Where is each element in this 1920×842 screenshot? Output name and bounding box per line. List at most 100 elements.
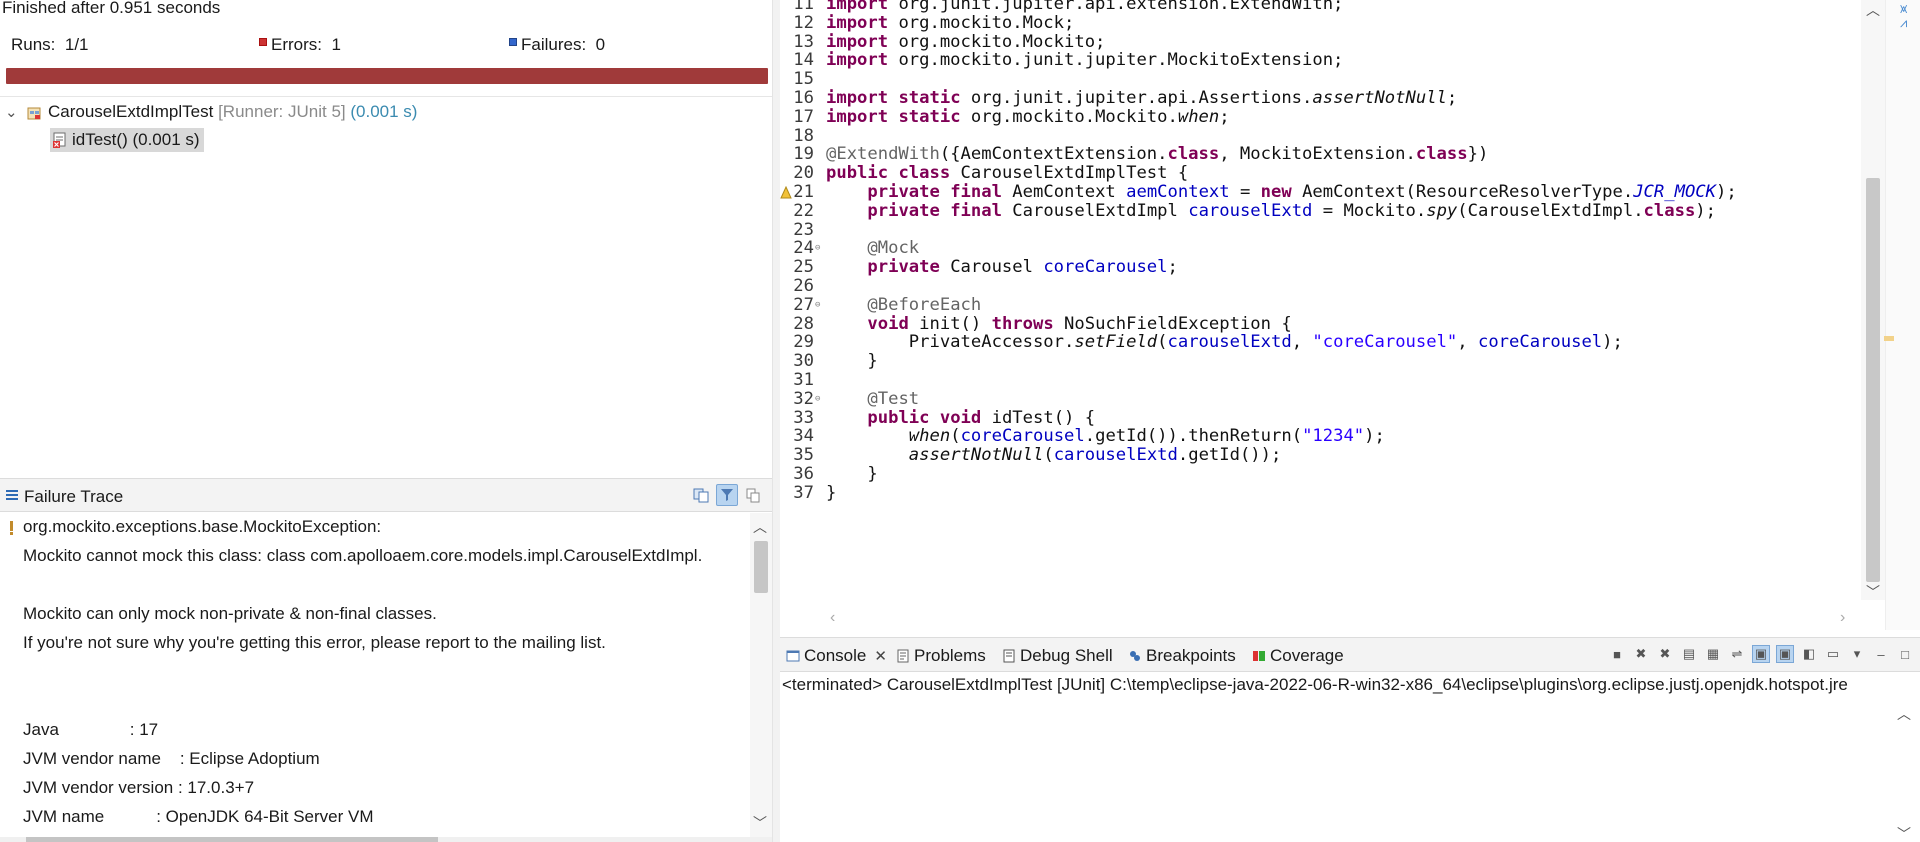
errors-value: 1 [331, 35, 341, 54]
console-icon [786, 650, 800, 662]
scroll-right-icon[interactable]: › [1840, 609, 1845, 627]
runs-counter: Runs: 1/1 [11, 35, 89, 55]
word-wrap-icon[interactable]: ⇌ [1728, 645, 1746, 663]
scroll-up-icon[interactable]: ︿ [1897, 704, 1911, 724]
failures-value: 0 [595, 35, 606, 54]
console-launch-label: <terminated> CarouselExtdImplTest [JUnit… [782, 675, 1848, 694]
failure-trace-toolbar [690, 484, 764, 506]
clear-console-icon[interactable]: ▤ [1680, 645, 1698, 663]
code-editor[interactable]: 11 import org.junit.jupiter.api.extension… [780, 0, 1861, 628]
close-icon[interactable]: ✕ [874, 647, 887, 665]
code-text: private final CarouselExtdImpl carouselE… [867, 200, 1716, 221]
tree-node-test-class[interactable]: ⌄ CarouselExtdImplTest [Runner: JUnit 5]… [5, 100, 417, 124]
errors-label: Errors: [271, 35, 322, 54]
view-splitter[interactable] [772, 0, 780, 842]
warning-icon[interactable] [780, 184, 792, 199]
scroll-lock-icon[interactable]: ▦ [1704, 645, 1722, 663]
console-tab-bar: Console ✕ Problems Debug Shell Breakpoin… [780, 638, 1920, 672]
scroll-up-icon[interactable]: ︿ [753, 517, 767, 537]
show-on-stderr-icon[interactable]: ▣ [1776, 645, 1794, 663]
remove-launch-icon[interactable]: ✖ [1632, 645, 1650, 663]
scrollbar-thumb[interactable] [754, 541, 768, 593]
tab-debug-shell[interactable]: Debug Shell [1002, 646, 1113, 666]
tree-node-test-method[interactable]: idTest() (0.001 s) [50, 128, 204, 152]
fold-icon[interactable]: ⊖ [815, 388, 820, 411]
tab-label: Coverage [1270, 646, 1344, 665]
tab-label: Console [804, 646, 867, 665]
remove-all-icon[interactable]: ✖ [1656, 645, 1674, 663]
tab-breakpoints[interactable]: Breakpoints [1128, 646, 1236, 666]
pin-console-icon[interactable]: ◧ [1800, 645, 1818, 663]
debug-shell-icon [1003, 649, 1015, 663]
trace-vertical-scrollbar[interactable]: ︿ ﹀ [750, 513, 772, 838]
scroll-left-icon[interactable]: ‹ [830, 609, 835, 627]
test-runner-label: [Runner: JUnit 5] [218, 102, 346, 121]
line-number: 37 [793, 482, 814, 503]
trace-line: Mockito cannot mock this class: class co… [23, 546, 703, 565]
test-method-label: idTest() (0.001 s) [72, 130, 200, 149]
tab-coverage[interactable]: Coverage [1252, 646, 1344, 666]
failure-trace-title: Failure Trace [24, 487, 124, 506]
maximize-icon[interactable]: □ [1896, 645, 1914, 663]
console-toolbar: ■ ✖ ✖ ▤ ▦ ⇌ ▣ ▣ ◧ ▭ ▾ – □ [1608, 645, 1914, 663]
scrollbar-thumb[interactable] [1866, 178, 1880, 582]
scroll-up-icon[interactable]: ︿ [1866, 0, 1880, 20]
tab-problems[interactable]: Problems [896, 646, 986, 666]
code-text: import static org.mockito.Mockito.when; [826, 106, 1230, 127]
display-console-icon[interactable]: ▭ [1824, 645, 1842, 663]
test-class-time: (0.001 s) [350, 102, 418, 121]
editor-vertical-scrollbar[interactable]: ︿ ﹀ [1861, 0, 1885, 600]
open-console-icon[interactable]: ▾ [1848, 645, 1866, 663]
overview-ruler[interactable] [1885, 0, 1920, 630]
quick-diff-icon: ⩙ ⩘ [1900, 1, 1908, 30]
failure-icon [509, 38, 517, 46]
code-text: } [826, 351, 878, 372]
failures-counter: Failures: 0 [509, 35, 605, 55]
terminate-icon[interactable]: ■ [1608, 645, 1626, 663]
trace-line: JVM vendor version : 17.0.3+7 [23, 778, 255, 797]
test-error-icon [52, 132, 68, 148]
trace-line: org.mockito.exceptions.base.MockitoExcep… [23, 517, 382, 536]
runs-value: 1/1 [64, 35, 89, 54]
fold-icon[interactable]: ⊖ [815, 294, 820, 317]
menu-icon [6, 490, 18, 500]
fold-icon[interactable]: ⊖ [815, 237, 820, 260]
tab-label: Breakpoints [1146, 646, 1236, 665]
scroll-down-icon[interactable]: ﹀ [1866, 582, 1880, 602]
test-suite-error-icon [27, 105, 42, 120]
chevron-down-icon[interactable]: ⌄ [5, 103, 27, 121]
scroll-down-icon[interactable]: ﹀ [1897, 824, 1911, 842]
code-text: import org.mockito.junit.jupiter.Mockito… [826, 50, 1344, 71]
tab-console[interactable]: Console ✕ [786, 646, 887, 666]
trace-line: Java : 17 [23, 720, 159, 739]
compare-icon [693, 488, 709, 503]
scroll-down-icon[interactable]: ﹀ [753, 813, 767, 833]
trace-line: JVM vendor name : Eclipse Adoptium [23, 749, 320, 768]
warning-marker[interactable] [1884, 336, 1894, 341]
failure-trace-text[interactable]: org.mockito.exceptions.base.MockitoExcep… [0, 513, 750, 838]
trace-line: JVM name : OpenJDK 64-Bit Server VM [23, 807, 374, 826]
copy-icon [746, 488, 760, 503]
failure-trace-header: Failure Trace [0, 478, 772, 512]
code-text: assertNotNull(carouselExtd.getId()); [908, 445, 1282, 466]
copy-trace-button[interactable] [742, 484, 764, 506]
compare-results-button[interactable] [690, 484, 712, 506]
problems-icon [897, 649, 909, 663]
failures-label: Failures: [521, 35, 587, 54]
trace-line: Mockito can only mock non-private & non-… [23, 604, 437, 623]
filter-stack-trace-button[interactable] [716, 484, 738, 506]
minimize-icon[interactable]: – [1872, 645, 1890, 663]
junit-status-text: Finished after 0.951 seconds [2, 0, 221, 17]
console-vertical-scrollbar[interactable]: ︿ ﹀ [1894, 704, 1914, 842]
errors-counter: Errors: 1 [259, 35, 341, 55]
test-class-name: CarouselExtdImplTest [48, 102, 214, 121]
editor-horizontal-scrollbar[interactable]: ‹ › [780, 609, 1861, 631]
code-text: PrivateAccessor.setField(carouselExtd, "… [826, 332, 1623, 353]
scrollbar-thumb[interactable] [26, 837, 438, 842]
console-view: Console ✕ Problems Debug Shell Breakpoin… [780, 637, 1920, 842]
trace-horizontal-scrollbar[interactable] [0, 837, 772, 842]
tab-label: Debug Shell [1020, 646, 1113, 665]
show-on-stdout-icon[interactable]: ▣ [1752, 645, 1770, 663]
trace-line: If you're not sure why you're getting th… [23, 633, 606, 652]
runs-label: Runs: [11, 35, 56, 54]
